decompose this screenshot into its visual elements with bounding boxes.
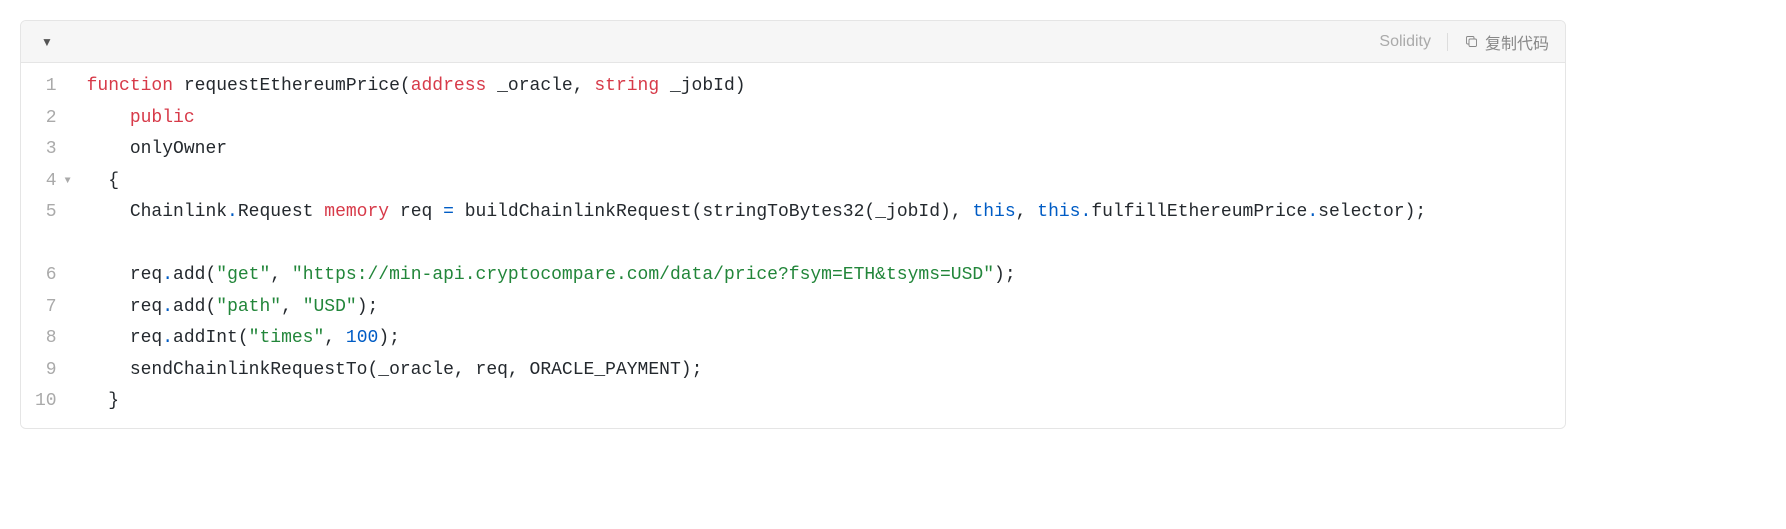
line-number: 9 bbox=[35, 355, 71, 387]
copy-code-button[interactable]: 复制代码 bbox=[1464, 30, 1549, 54]
line-number: 7 bbox=[35, 292, 71, 324]
code-block: ▼ Solidity 复制代码 1 2 3 4▼ 5 6 7 8 9 10 bbox=[20, 20, 1566, 429]
code-line: onlyOwner bbox=[87, 134, 1427, 166]
line-number: 3 bbox=[35, 134, 71, 166]
line-number: 6 bbox=[35, 260, 71, 292]
code-line: { bbox=[87, 166, 1427, 198]
line-number: 5 bbox=[35, 197, 71, 260]
code-body: 1 2 3 4▼ 5 6 7 8 9 10 function requestEt… bbox=[21, 63, 1565, 428]
line-number: 1 bbox=[35, 71, 71, 103]
code-line: Chainlink.Request memory req = buildChai… bbox=[87, 197, 1427, 260]
code-line: } bbox=[87, 386, 1427, 418]
fold-caret-icon[interactable]: ▼ bbox=[61, 173, 71, 191]
code-line: function requestEthereumPrice(address _o… bbox=[87, 71, 1427, 103]
line-number: 10 bbox=[35, 386, 71, 418]
code-line: public bbox=[87, 103, 1427, 135]
code-line: req.add("get", "https://min-api.cryptoco… bbox=[87, 260, 1427, 292]
copy-label: 复制代码 bbox=[1485, 30, 1549, 54]
line-number: 2 bbox=[35, 103, 71, 135]
code-line: sendChainlinkRequestTo(_oracle, req, ORA… bbox=[87, 355, 1427, 387]
code-content[interactable]: function requestEthereumPrice(address _o… bbox=[81, 71, 1443, 418]
code-line: req.addInt("times", 100); bbox=[87, 323, 1427, 355]
copy-icon bbox=[1464, 34, 1479, 49]
line-number: 4▼ bbox=[35, 166, 71, 198]
language-label: Solidity bbox=[1379, 33, 1431, 51]
code-line: req.add("path", "USD"); bbox=[87, 292, 1427, 324]
code-header: ▼ Solidity 复制代码 bbox=[21, 21, 1565, 63]
divider bbox=[1447, 33, 1448, 51]
line-number-gutter: 1 2 3 4▼ 5 6 7 8 9 10 bbox=[21, 71, 81, 418]
header-right: Solidity 复制代码 bbox=[1379, 30, 1549, 54]
line-number: 8 bbox=[35, 323, 71, 355]
header-left: ▼ bbox=[37, 31, 57, 53]
dropdown-toggle-icon[interactable]: ▼ bbox=[37, 31, 57, 53]
